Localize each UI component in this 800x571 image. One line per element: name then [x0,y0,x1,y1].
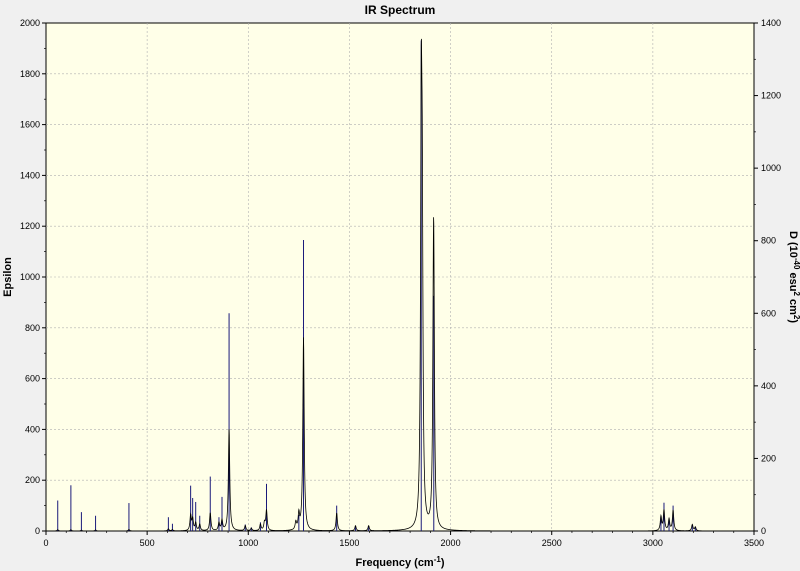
x-tick-label: 1500 [339,538,359,548]
x-tick-label: 500 [140,538,155,548]
y2-label-superscript: -40 [792,258,800,270]
y-axis-label: Epsilon [2,257,14,297]
y2-label-part: D (10 [787,231,799,258]
y-tick-label: 1800 [20,69,40,79]
y2-axis-label: D (10-40 esu2 cm2) [787,231,800,323]
ir-spectrum-chart: IR Spectrum 0 500 1000 1500 2000 2500 3000 3500… [0,0,800,571]
y-tick-label: 1600 [20,120,40,130]
x-tick-label: 1000 [238,538,258,548]
y-tick-label: 400 [25,424,40,434]
y-tick-label: 600 [25,374,40,384]
x-tick-label: 2000 [441,538,461,548]
y2-tick-label: 800 [761,236,776,246]
x-tick-label: 2500 [542,538,562,548]
y2-label-part: ) [787,319,799,323]
y2-tick-label: 600 [761,308,776,318]
y-tick-label: 2000 [20,18,40,28]
x-axis-label: Frequency (cm-1) [355,555,444,569]
x-tick-label: 0 [43,538,48,548]
y2-label-part: esu [787,269,799,291]
y2-tick-label: 1200 [761,91,781,101]
y2-tick-label: 1400 [761,18,781,28]
y-tick-label: 0 [35,526,40,536]
chart-title: IR Spectrum [365,3,436,17]
y2-tick-label: 0 [761,526,766,536]
y2-tick-label: 1000 [761,163,781,173]
y-tick-label: 1000 [20,272,40,282]
y2-tick-label: 400 [761,381,776,391]
y-tick-label: 200 [25,475,40,485]
x-tick-label: 3000 [643,538,663,548]
y-tick-label: 1200 [20,221,40,231]
y-tick-label: 1400 [20,170,40,180]
x-tick-label: 3500 [744,538,764,548]
y2-label-part: cm [787,296,799,315]
y-tick-label: 800 [25,323,40,333]
y2-tick-label: 200 [761,453,776,463]
